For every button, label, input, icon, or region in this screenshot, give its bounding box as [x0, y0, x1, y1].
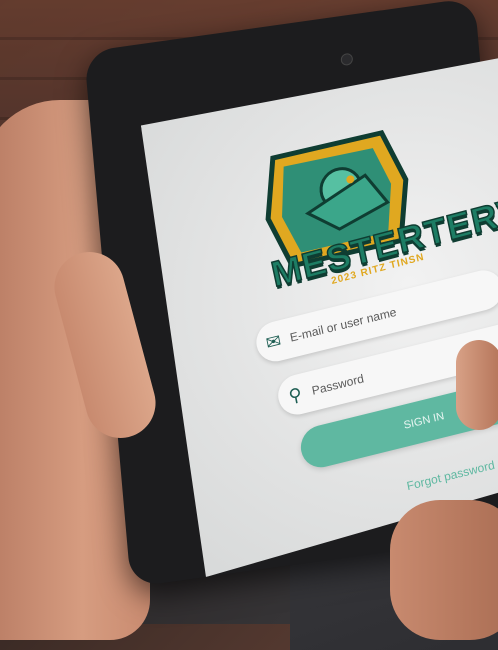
- camera-dot: [340, 52, 354, 67]
- forgot-password-link[interactable]: Forgot password: [405, 458, 495, 493]
- password-placeholder: Password: [310, 371, 366, 398]
- key-search-icon: ⚲: [286, 383, 304, 406]
- right-finger: [456, 340, 498, 430]
- email-placeholder: E-mail or user name: [288, 304, 398, 345]
- right-hand: [390, 500, 498, 640]
- envelope-icon: ✉: [264, 329, 283, 354]
